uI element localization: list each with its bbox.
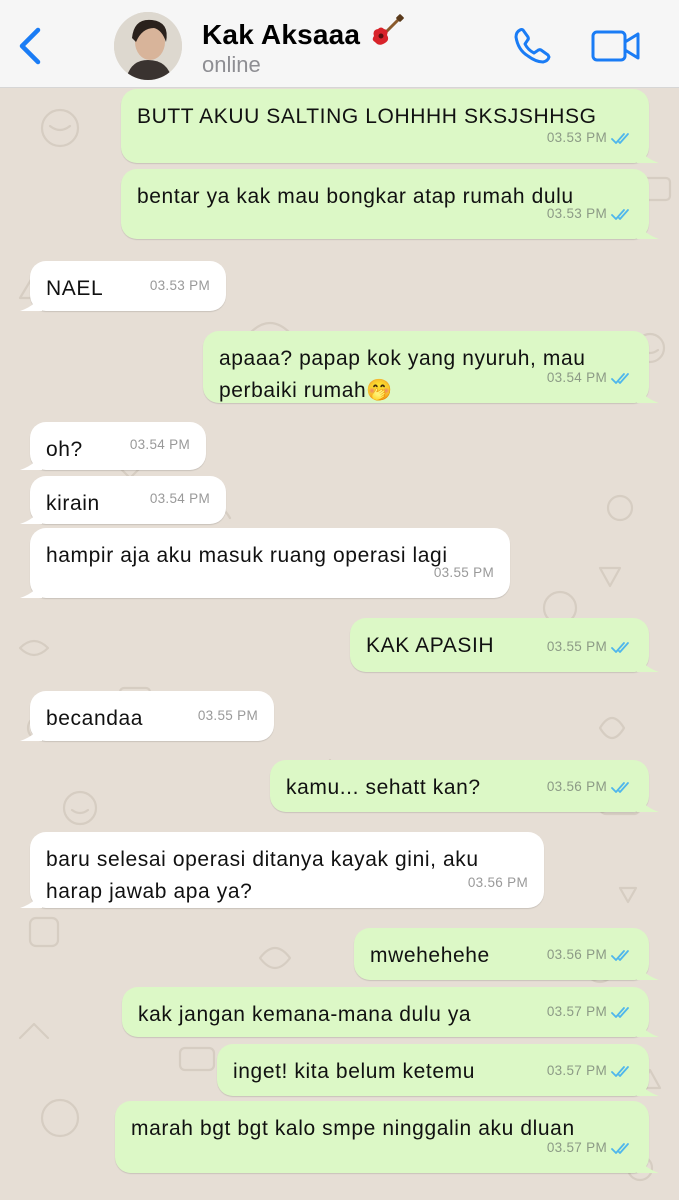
chevron-left-icon — [19, 27, 41, 65]
message-meta: 03.54 PM — [547, 362, 633, 394]
incoming-message[interactable]: baru selesai operasi ditanya kayak gini,… — [20, 832, 544, 908]
message-time: 03.57 PM — [546, 1063, 607, 1078]
message-meta: 03.57 PM — [547, 1055, 633, 1087]
message-meta: 03.53 PM — [150, 270, 210, 302]
message-time: 03.53 PM — [546, 130, 607, 145]
outgoing-message[interactable]: marah bgt bgt kalo smpe ninggalin aku dl… — [115, 1101, 659, 1173]
message-meta: 03.54 PM — [150, 483, 210, 515]
message-meta: 03.57 PM — [547, 1132, 633, 1164]
video-camera-icon — [591, 30, 640, 62]
incoming-message[interactable]: NAEL 03.53 PM — [20, 261, 226, 311]
contact-status: online — [202, 52, 261, 77]
message-time: 03.53 PM — [546, 206, 607, 221]
bubble-tail — [637, 383, 659, 403]
message-time: 03.54 PM — [149, 491, 210, 506]
message-time: 03.55 PM — [433, 565, 494, 580]
bubble-tail — [637, 219, 659, 239]
message-time: 03.57 PM — [546, 1140, 607, 1155]
contact-name-text: Kak Aksaaa — [202, 19, 361, 50]
double-check-icon — [611, 781, 629, 793]
incoming-message[interactable]: oh? 03.54 PM — [20, 422, 206, 470]
outgoing-message[interactable]: BUTT AKUU SALTING LOHHHH SKSJSHHSG 03.53 … — [121, 89, 659, 163]
bubble-tail — [20, 721, 42, 741]
bubble-tail — [20, 578, 42, 598]
message-time: 03.56 PM — [546, 947, 607, 962]
bubble-tail — [20, 888, 42, 908]
guitar-icon — [372, 14, 405, 45]
message-time: 03.53 PM — [149, 278, 210, 293]
outgoing-message[interactable]: kamu... sehatt kan? 03.56 PM — [270, 760, 659, 812]
bubble-tail — [637, 1017, 659, 1037]
message-time: 03.56 PM — [546, 779, 607, 794]
message-time: 03.54 PM — [129, 437, 190, 452]
bubble-tail — [637, 1076, 659, 1096]
chat-header: Kak Aksaaa online — [0, 0, 679, 88]
incoming-message[interactable]: hampir aja aku masuk ruang operasi lagi 0… — [20, 528, 510, 598]
double-check-icon — [611, 1006, 629, 1018]
double-check-icon — [611, 208, 629, 220]
message-time: 03.54 PM — [546, 370, 607, 385]
double-check-icon — [611, 1065, 629, 1077]
incoming-message[interactable]: kirain 03.54 PM — [20, 476, 226, 524]
message-meta: 03.55 PM — [434, 557, 494, 589]
message-time: 03.56 PM — [467, 875, 528, 890]
message-meta: 03.57 PM — [547, 996, 633, 1028]
bubble-tail — [637, 960, 659, 980]
double-check-icon — [611, 641, 629, 653]
message-meta: 03.53 PM — [547, 198, 633, 230]
phone-icon — [514, 28, 551, 64]
incoming-message[interactable]: becandaa 03.55 PM — [20, 691, 274, 741]
bubble-tail — [637, 652, 659, 672]
video-call-button[interactable] — [590, 28, 642, 64]
message-meta: 03.55 PM — [198, 700, 258, 732]
voice-call-button[interactable] — [510, 24, 554, 68]
double-check-icon — [611, 1142, 629, 1154]
message-meta: 03.53 PM — [547, 122, 633, 154]
bubble-tail — [637, 792, 659, 812]
avatar-photo — [114, 12, 182, 80]
message-meta: 03.56 PM — [547, 771, 633, 803]
bubble-tail — [637, 1153, 659, 1173]
message-meta: 03.56 PM — [468, 867, 528, 899]
message-list[interactable]: BUTT AKUU SALTING LOHHHH SKSJSHHSG 03.53 … — [0, 88, 679, 1200]
bubble-tail — [20, 450, 42, 470]
outgoing-message[interactable]: mwehehehe 03.56 PM — [354, 928, 659, 980]
message-meta: 03.55 PM — [547, 631, 633, 663]
message-time: 03.55 PM — [197, 708, 258, 723]
message-time: 03.57 PM — [546, 1004, 607, 1019]
outgoing-message[interactable]: apaaa? papap kok yang nyuruh, mau perbaik… — [203, 331, 659, 403]
double-check-icon — [611, 372, 629, 384]
message-meta: 03.54 PM — [130, 429, 190, 461]
message-text: harap jawab apa ya? — [46, 880, 253, 903]
message-text: baru selesai operasi ditanya kayak gini,… — [46, 848, 479, 871]
bubble-tail — [20, 504, 42, 524]
outgoing-message[interactable]: inget! kita belum ketemu 03.57 PM — [217, 1044, 659, 1096]
message-meta: 03.56 PM — [547, 939, 633, 971]
outgoing-message[interactable]: KAK APASIH 03.55 PM — [350, 618, 659, 672]
bubble-tail — [637, 143, 659, 163]
double-check-icon — [611, 949, 629, 961]
avatar[interactable] — [114, 12, 182, 80]
back-button[interactable] — [14, 26, 48, 66]
double-check-icon — [611, 132, 629, 144]
message-time: 03.55 PM — [546, 639, 607, 654]
contact-name[interactable]: Kak Aksaaa — [202, 14, 405, 51]
outgoing-message[interactable]: kak jangan kemana-mana dulu ya 03.57 PM — [122, 987, 659, 1037]
bubble-tail — [20, 291, 42, 311]
outgoing-message[interactable]: bentar ya kak mau bongkar atap rumah dul… — [121, 169, 659, 239]
message-text: hampir aja aku masuk ruang operasi lagi — [46, 544, 448, 567]
